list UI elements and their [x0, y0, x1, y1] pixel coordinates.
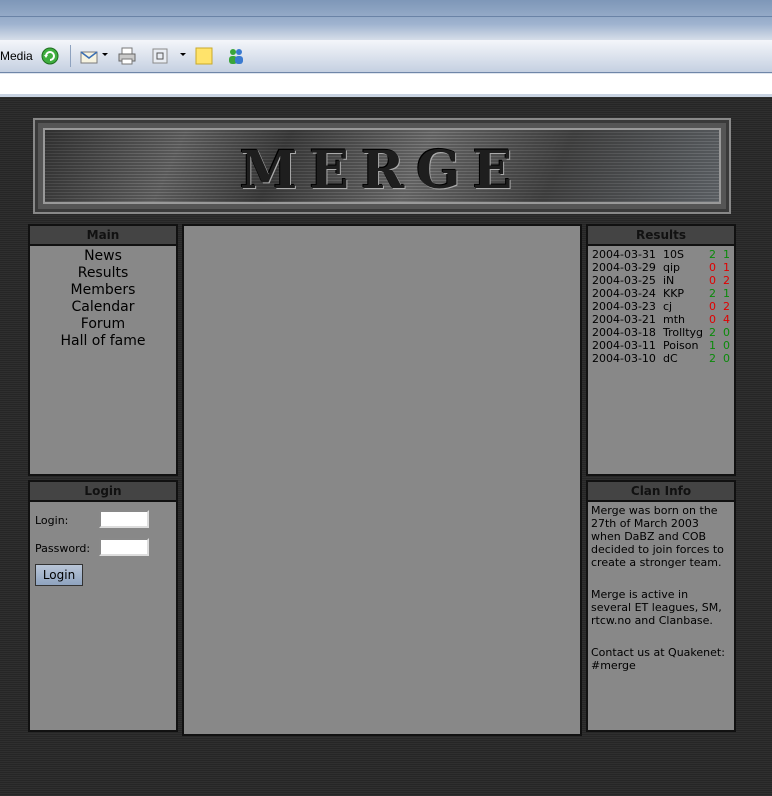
result-row[interactable]: 2004-03-25 iN 0 2: [592, 274, 734, 287]
results-panel: Results 2004-03-31 10S 2 1 2004-03-29 qip 0 1 …: [586, 224, 736, 476]
banner-logo-text: MERGE: [239, 140, 525, 201]
result-score-us: 0: [709, 261, 716, 274]
login-field[interactable]: [99, 510, 149, 528]
result-score-them: 0: [723, 339, 730, 352]
result-row[interactable]: 2004-03-10 dC 2 0: [592, 352, 734, 365]
result-opponent: Trolltyg: [663, 326, 704, 339]
notes-icon[interactable]: [194, 46, 214, 66]
result-row[interactable]: 2004-03-29 qip 0 1: [592, 261, 734, 274]
result-date: 2004-03-23: [592, 300, 656, 313]
site-banner: MERGE: [33, 118, 731, 214]
menu-item-hall-of-fame[interactable]: Hall of fame: [30, 333, 176, 350]
messenger-icon[interactable]: [226, 46, 246, 66]
result-row[interactable]: 2004-03-18 Trolltyg 2 0: [592, 326, 734, 339]
result-score-us: 0: [709, 274, 716, 287]
browser-address-area: [0, 73, 772, 98]
result-score-them: 2: [723, 300, 730, 313]
menu-item-members[interactable]: Members: [30, 282, 176, 299]
login-button[interactable]: Login: [35, 564, 83, 586]
result-opponent: KKP: [663, 287, 685, 300]
result-row[interactable]: 2004-03-23 cj 0 2: [592, 300, 734, 313]
result-date: 2004-03-31: [592, 248, 656, 261]
result-date: 2004-03-18: [592, 326, 656, 339]
mail-icon[interactable]: [79, 46, 99, 66]
results-list: 2004-03-31 10S 2 1 2004-03-29 qip 0 1 2004-03-…: [592, 248, 734, 365]
result-score-us: 2: [709, 287, 716, 300]
result-date: 2004-03-21: [592, 313, 656, 326]
login-panel: Login Login: Password: Login: [28, 480, 178, 732]
main-menu-panel: Main News Results Members Calendar Forum…: [28, 224, 178, 476]
result-score-us: 2: [709, 248, 716, 261]
clan-info-paragraph: Merge is active in several ET leagues, S…: [591, 588, 722, 627]
result-date: 2004-03-10: [592, 352, 656, 365]
result-opponent: 10S: [663, 248, 684, 261]
main-menu-header: Main: [30, 226, 176, 246]
edit-icon[interactable]: [150, 46, 170, 66]
content-panel: [182, 224, 582, 736]
print-icon[interactable]: [117, 46, 137, 66]
menu-item-results[interactable]: Results: [30, 265, 176, 282]
banner-image: MERGE: [43, 128, 721, 204]
result-score-them: 0: [723, 326, 730, 339]
result-date: 2004-03-11: [592, 339, 656, 352]
mail-dropdown-arrow[interactable]: [102, 53, 108, 56]
media-button[interactable]: Media: [0, 49, 33, 63]
browser-title-bar: [0, 0, 772, 40]
result-date: 2004-03-24: [592, 287, 656, 300]
result-score-them: 1: [723, 248, 730, 261]
result-date: 2004-03-25: [592, 274, 656, 287]
clan-info-header: Clan Info: [588, 482, 734, 502]
web-page: MERGE Main News Results Members Calendar…: [0, 97, 772, 796]
clan-info-paragraph: Merge was born on the 27th of March 2003…: [591, 504, 724, 569]
result-score-us: 0: [709, 313, 716, 326]
menu-item-calendar[interactable]: Calendar: [30, 299, 176, 316]
menu-item-forum[interactable]: Forum: [30, 316, 176, 333]
result-row[interactable]: 2004-03-24 KKP 2 1: [592, 287, 734, 300]
result-row[interactable]: 2004-03-31 10S 2 1: [592, 248, 734, 261]
browser-toolbar: Media: [0, 40, 772, 73]
result-opponent: qip: [663, 261, 681, 274]
password-label: Password:: [35, 542, 91, 555]
result-score-us: 2: [709, 326, 716, 339]
result-score-us: 1: [709, 339, 716, 352]
result-score-them: 2: [723, 274, 730, 287]
result-score-them: 1: [723, 287, 730, 300]
login-label: Login:: [35, 514, 69, 527]
result-opponent: Poison: [663, 339, 699, 352]
result-row[interactable]: 2004-03-21 mth 0 4: [592, 313, 734, 326]
result-date: 2004-03-29: [592, 261, 656, 274]
login-header: Login: [30, 482, 176, 502]
edit-dropdown-arrow[interactable]: [180, 53, 186, 56]
media-refresh-icon[interactable]: [40, 46, 60, 66]
main-menu: News Results Members Calendar Forum Hall…: [30, 248, 176, 350]
result-opponent: cj: [663, 300, 673, 313]
result-row[interactable]: 2004-03-11 Poison 1 0: [592, 339, 734, 352]
result-score-them: 1: [723, 261, 730, 274]
result-opponent: dC: [663, 352, 678, 365]
clan-info-panel: Clan Info Merge was born on the 27th of …: [586, 480, 736, 732]
clan-info-text: Merge was born on the 27th of March 2003…: [588, 502, 734, 693]
menu-item-news[interactable]: News: [30, 248, 176, 265]
result-opponent: mth: [663, 313, 685, 326]
result-score-them: 4: [723, 313, 730, 326]
clan-info-paragraph: Contact us at Quakenet: #merge: [591, 646, 725, 672]
result-score-us: 2: [709, 352, 716, 365]
results-header: Results: [588, 226, 734, 246]
result-score-them: 0: [723, 352, 730, 365]
result-opponent: iN: [663, 274, 675, 287]
toolbar-separator: [70, 45, 71, 67]
password-field[interactable]: [99, 538, 149, 556]
result-score-us: 0: [709, 300, 716, 313]
